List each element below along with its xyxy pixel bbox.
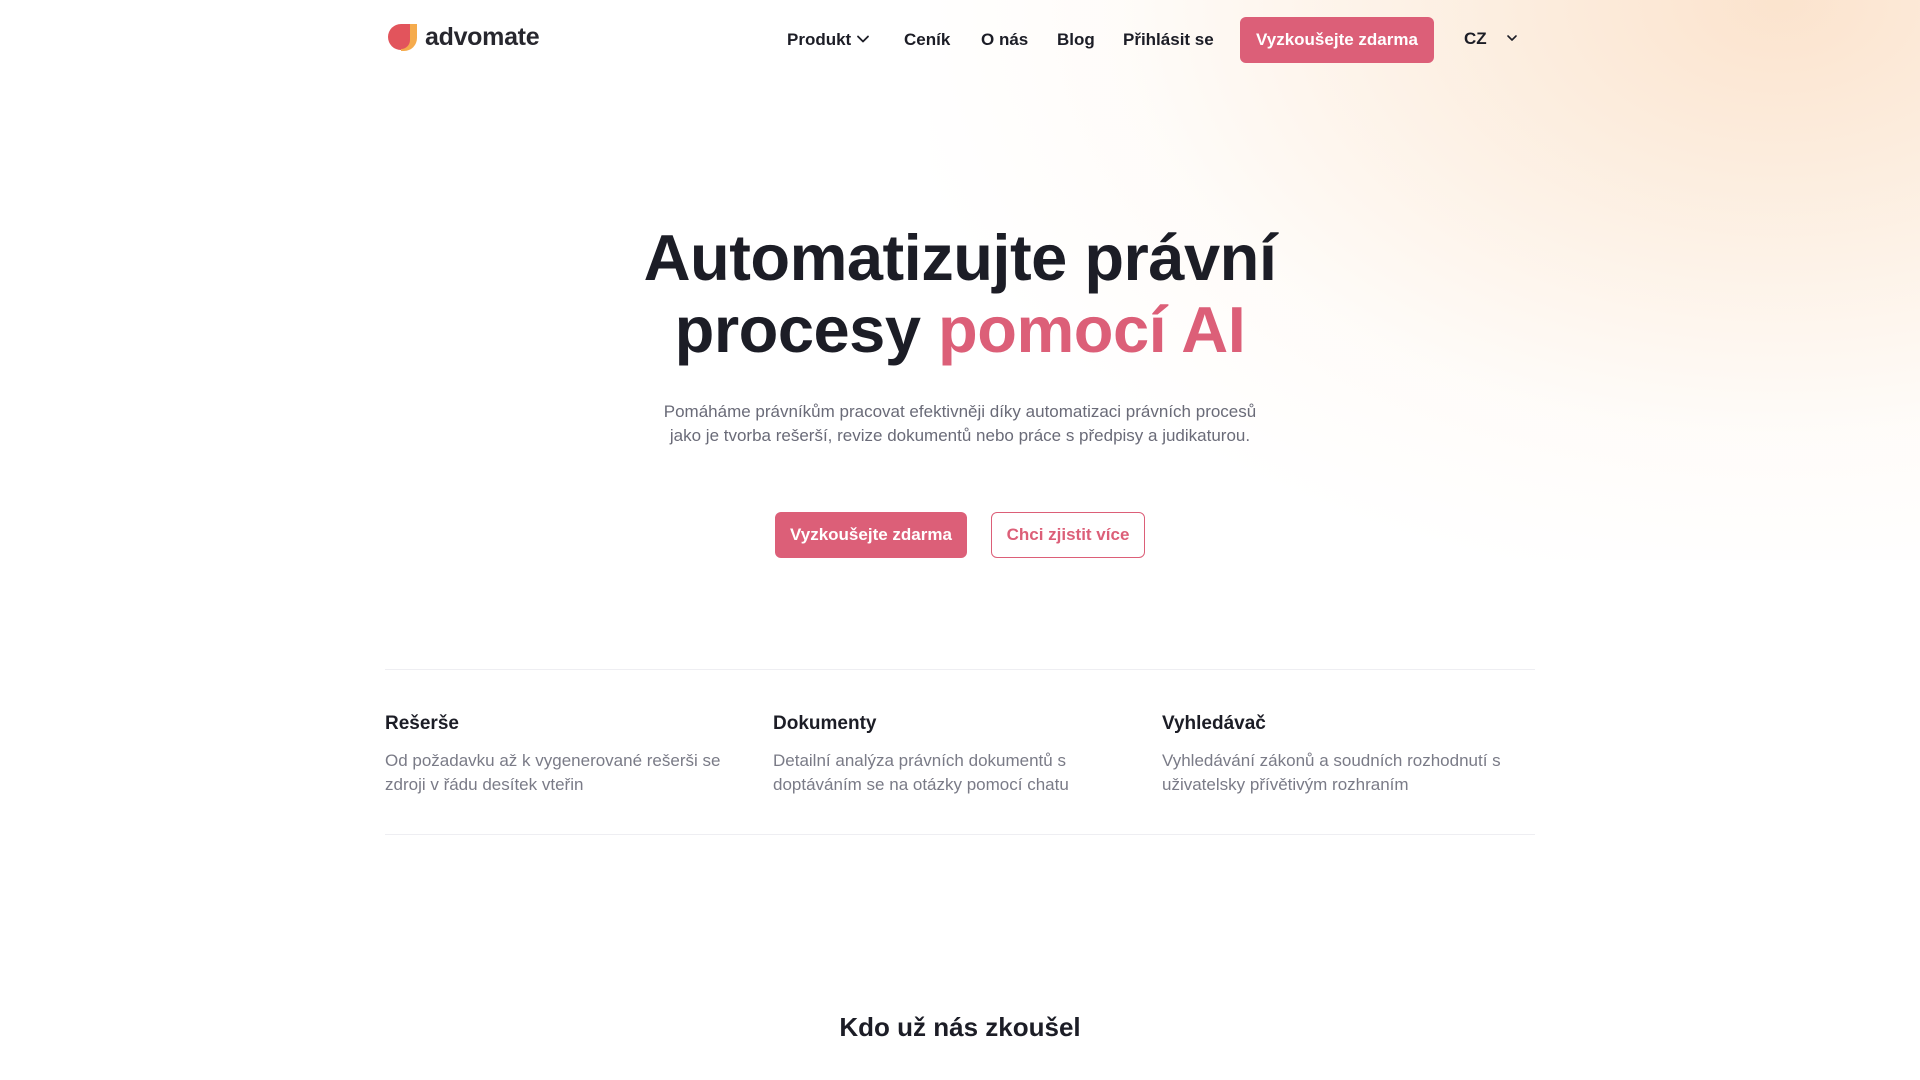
- chevron-down-icon: [857, 35, 870, 43]
- top-navigation: advomate Produkt Ceník O nás Blog Přihlá…: [385, 17, 1535, 64]
- chevron-down-icon: [1506, 35, 1517, 41]
- hero-title-line1: Automatizujte právní: [643, 221, 1277, 294]
- feature-description-line: Detailní analýza právních dokumentů s: [773, 751, 1066, 770]
- feature-reserse: Rešerše Od požadavku až k vygenerované r…: [385, 713, 735, 797]
- feature-title: Vyhledávač: [1162, 713, 1266, 734]
- hero-title-line2: procesy: [674, 293, 939, 366]
- feature-title: Rešerše: [385, 713, 459, 734]
- feature-dokumenty: Dokumenty Detailní analýza právních doku…: [773, 713, 1123, 797]
- feature-description-line: Vyhledávání zákonů a soudních rozhodnutí…: [1162, 751, 1501, 770]
- nav-item-cenik[interactable]: Ceník: [904, 30, 950, 50]
- learn-more-button[interactable]: Chci zjistit více: [991, 512, 1145, 558]
- nav-item-prihlasit-se[interactable]: Přihlásit se: [1123, 30, 1214, 50]
- testimonials-heading: Kdo už nás zkoušel: [839, 1012, 1081, 1042]
- language-selector[interactable]: CZ: [1464, 29, 1519, 49]
- hero-subtitle-line2: jako je tvorba rešerší, revize dokumentů…: [669, 426, 1251, 445]
- feature-description-line: Od požadavku až k vygenerované rešerši s…: [385, 751, 721, 770]
- hero-subtitle: Pomáháme právníkům pracovat efektivněji …: [0, 400, 1920, 448]
- nav-item-label: Produkt: [787, 30, 852, 49]
- try-free-hero-button[interactable]: Vyzkoušejte zdarma: [775, 512, 967, 558]
- feature-vyhledavac: Vyhledávač Vyhledávání zákonů a soudních…: [1162, 713, 1512, 797]
- language-code: CZ: [1464, 29, 1487, 48]
- hero-subtitle-line1: Pomáháme právníkům pracovat efektivněji …: [663, 402, 1257, 421]
- feature-description: Od požadavku až k vygenerované rešerši s…: [385, 749, 735, 797]
- hero-title-accent: pomocí AI: [938, 293, 1246, 366]
- try-free-nav-button[interactable]: Vyzkoušejte zdarma: [1240, 17, 1434, 63]
- features-top-divider: [385, 669, 1535, 670]
- landing-page: advomate Produkt Ceník O nás Blog Přihlá…: [0, 0, 1920, 1080]
- feature-description-line: doptáváním se na otázky pomocí chatu: [773, 775, 1069, 794]
- hero-title: Automatizujte právní procesy pomocí AI: [0, 222, 1920, 366]
- feature-description: Detailní analýza právních dokumentů s do…: [773, 749, 1123, 797]
- features-bottom-divider: [385, 834, 1535, 835]
- nav-item-blog[interactable]: Blog: [1057, 30, 1095, 50]
- feature-description: Vyhledávání zákonů a soudních rozhodnutí…: [1162, 749, 1512, 797]
- nav-item-o-nas[interactable]: O nás: [981, 30, 1028, 50]
- feature-title: Dokumenty: [773, 713, 877, 734]
- nav-item-produkt[interactable]: Produkt: [787, 30, 870, 50]
- feature-description-line: uživatelsky přívětivým rozhraním: [1162, 775, 1409, 794]
- feature-description-line: zdroji v řádu desítek vteřin: [385, 775, 584, 794]
